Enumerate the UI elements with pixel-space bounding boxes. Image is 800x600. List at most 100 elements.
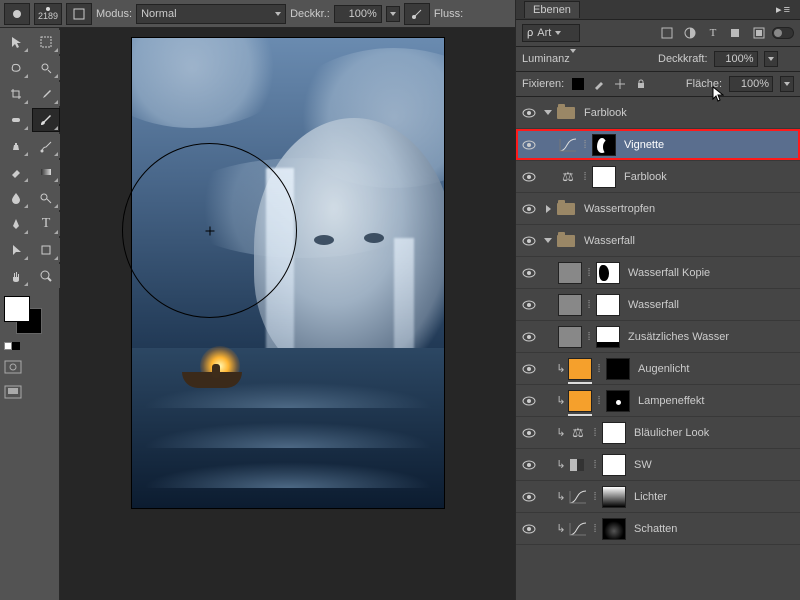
- layer-thumbnail[interactable]: [568, 358, 592, 380]
- group-toggle[interactable]: [542, 203, 554, 215]
- group-toggle[interactable]: [542, 107, 554, 119]
- layer-row[interactable]: ↳⚖⁞Bläulicher Look: [516, 417, 800, 449]
- foreground-color[interactable]: [4, 296, 30, 322]
- layer-thumbnail[interactable]: [558, 326, 582, 348]
- healing-brush-tool[interactable]: [2, 108, 30, 132]
- group-toggle[interactable]: [542, 235, 554, 247]
- mask-link-icon[interactable]: ⁞: [580, 139, 590, 151]
- mask-link-icon[interactable]: ⁞: [590, 427, 600, 439]
- filter-type-icon[interactable]: T: [706, 26, 720, 40]
- filter-shape-icon[interactable]: [729, 26, 743, 40]
- blend-mode-select[interactable]: Normal: [136, 4, 286, 24]
- layer-opacity-dropdown[interactable]: [764, 51, 778, 67]
- brush-preset-picker[interactable]: 2189: [34, 3, 62, 25]
- layer-mask-thumbnail[interactable]: [592, 166, 616, 188]
- layer-row[interactable]: Farblook: [516, 97, 800, 129]
- filter-adjust-icon[interactable]: [683, 26, 697, 40]
- panel-menu-icon[interactable]: ▸≡: [776, 3, 792, 16]
- layer-blend-mode[interactable]: Luminanz: [522, 53, 652, 65]
- mask-link-icon[interactable]: ⁞: [584, 267, 594, 279]
- mask-link-icon[interactable]: ⁞: [594, 363, 604, 375]
- path-select-tool[interactable]: [2, 238, 30, 262]
- layer-row[interactable]: ↳⁞Lampeneffekt: [516, 385, 800, 417]
- visibility-toggle[interactable]: [516, 204, 542, 214]
- layer-name[interactable]: Wasserfall: [628, 299, 794, 311]
- mask-link-icon[interactable]: ⁞: [584, 299, 594, 311]
- layer-mask-thumbnail[interactable]: [602, 422, 626, 444]
- blur-tool[interactable]: [2, 186, 30, 210]
- lock-transparent-icon[interactable]: [571, 77, 585, 91]
- layer-name[interactable]: Bläulicher Look: [634, 427, 794, 439]
- layer-mask-thumbnail[interactable]: [606, 390, 630, 412]
- mask-link-icon[interactable]: ⁞: [584, 331, 594, 343]
- layer-name[interactable]: Lichter: [634, 491, 794, 503]
- quick-select-tool[interactable]: [32, 56, 60, 80]
- dodge-tool[interactable]: [32, 186, 60, 210]
- visibility-toggle[interactable]: [516, 460, 542, 470]
- crop-tool[interactable]: [2, 82, 30, 106]
- layer-name[interactable]: Wasserfall: [584, 235, 794, 247]
- mask-link-icon[interactable]: ⁞: [590, 459, 600, 471]
- mask-link-icon[interactable]: ⁞: [590, 523, 600, 535]
- gradient-tool[interactable]: [32, 160, 60, 184]
- layer-mask-thumbnail[interactable]: [602, 454, 626, 476]
- panel-title[interactable]: Ebenen: [524, 1, 580, 18]
- layer-mask-thumbnail[interactable]: [602, 518, 626, 540]
- visibility-toggle[interactable]: [516, 428, 542, 438]
- layer-thumbnail[interactable]: [558, 262, 582, 284]
- color-swatches[interactable]: [0, 290, 59, 356]
- fill-dropdown[interactable]: [780, 76, 794, 92]
- pressure-opacity-toggle[interactable]: [404, 3, 430, 25]
- visibility-toggle[interactable]: [516, 396, 542, 406]
- layer-name[interactable]: Vignette: [624, 139, 794, 151]
- marquee-tool[interactable]: [32, 30, 60, 54]
- layer-name[interactable]: Farblook: [624, 171, 794, 183]
- layer-mask-thumbnail[interactable]: [602, 486, 626, 508]
- layer-name[interactable]: Farblook: [584, 107, 794, 119]
- layer-name[interactable]: Zusätzliches Wasser: [628, 331, 794, 343]
- fill-input[interactable]: 100%: [729, 76, 773, 92]
- layer-name[interactable]: Augenlicht: [638, 363, 794, 375]
- layer-row[interactable]: ↳⁞Lichter: [516, 481, 800, 513]
- clone-stamp-tool[interactable]: [2, 134, 30, 158]
- tool-preset-button[interactable]: [4, 3, 30, 25]
- filter-pixel-icon[interactable]: [660, 26, 674, 40]
- eraser-tool[interactable]: [2, 160, 30, 184]
- layer-row[interactable]: ⁞ Vignette: [516, 129, 800, 161]
- layer-row[interactable]: ↳⁞Augenlicht: [516, 353, 800, 385]
- brush-panel-toggle[interactable]: [66, 3, 92, 25]
- layer-row[interactable]: ↳⁞Schatten: [516, 513, 800, 545]
- layer-opacity-input[interactable]: 100%: [714, 51, 758, 67]
- shape-tool[interactable]: [32, 238, 60, 262]
- layer-name[interactable]: Lampeneffekt: [638, 395, 794, 407]
- layer-name[interactable]: SW: [634, 459, 794, 471]
- mask-link-icon[interactable]: ⁞: [580, 171, 590, 183]
- zoom-tool[interactable]: [32, 264, 60, 288]
- layer-row[interactable]: ⁞ Wasserfall: [516, 289, 800, 321]
- layer-row[interactable]: ⚖⁞Farblook: [516, 161, 800, 193]
- filter-toggle[interactable]: [772, 27, 794, 39]
- brush-tool[interactable]: [32, 108, 60, 132]
- layer-mask-thumbnail[interactable]: [606, 358, 630, 380]
- visibility-toggle[interactable]: [516, 300, 542, 310]
- move-tool[interactable]: [2, 30, 30, 54]
- layer-name[interactable]: Wasserfall Kopie: [628, 267, 794, 279]
- layer-row[interactable]: Wassertropfen: [516, 193, 800, 225]
- layer-mask-thumbnail[interactable]: [596, 294, 620, 316]
- visibility-toggle[interactable]: [516, 236, 542, 246]
- opacity-input[interactable]: 100%: [334, 5, 382, 23]
- layer-thumbnail[interactable]: [558, 294, 582, 316]
- hand-tool[interactable]: [2, 264, 30, 288]
- lock-position-icon[interactable]: [613, 77, 627, 91]
- layer-mask-thumbnail[interactable]: [592, 134, 616, 156]
- opacity-dropdown[interactable]: [386, 6, 400, 22]
- visibility-toggle[interactable]: [516, 108, 542, 118]
- lasso-tool[interactable]: [2, 56, 30, 80]
- quickmask-toggle[interactable]: [0, 356, 59, 381]
- pen-tool[interactable]: [2, 212, 30, 236]
- screenmode-toggle[interactable]: [0, 381, 59, 406]
- layer-name[interactable]: Schatten: [634, 523, 794, 535]
- filter-smart-icon[interactable]: [752, 26, 766, 40]
- layer-mask-thumbnail[interactable]: [596, 262, 620, 284]
- visibility-toggle[interactable]: [516, 268, 542, 278]
